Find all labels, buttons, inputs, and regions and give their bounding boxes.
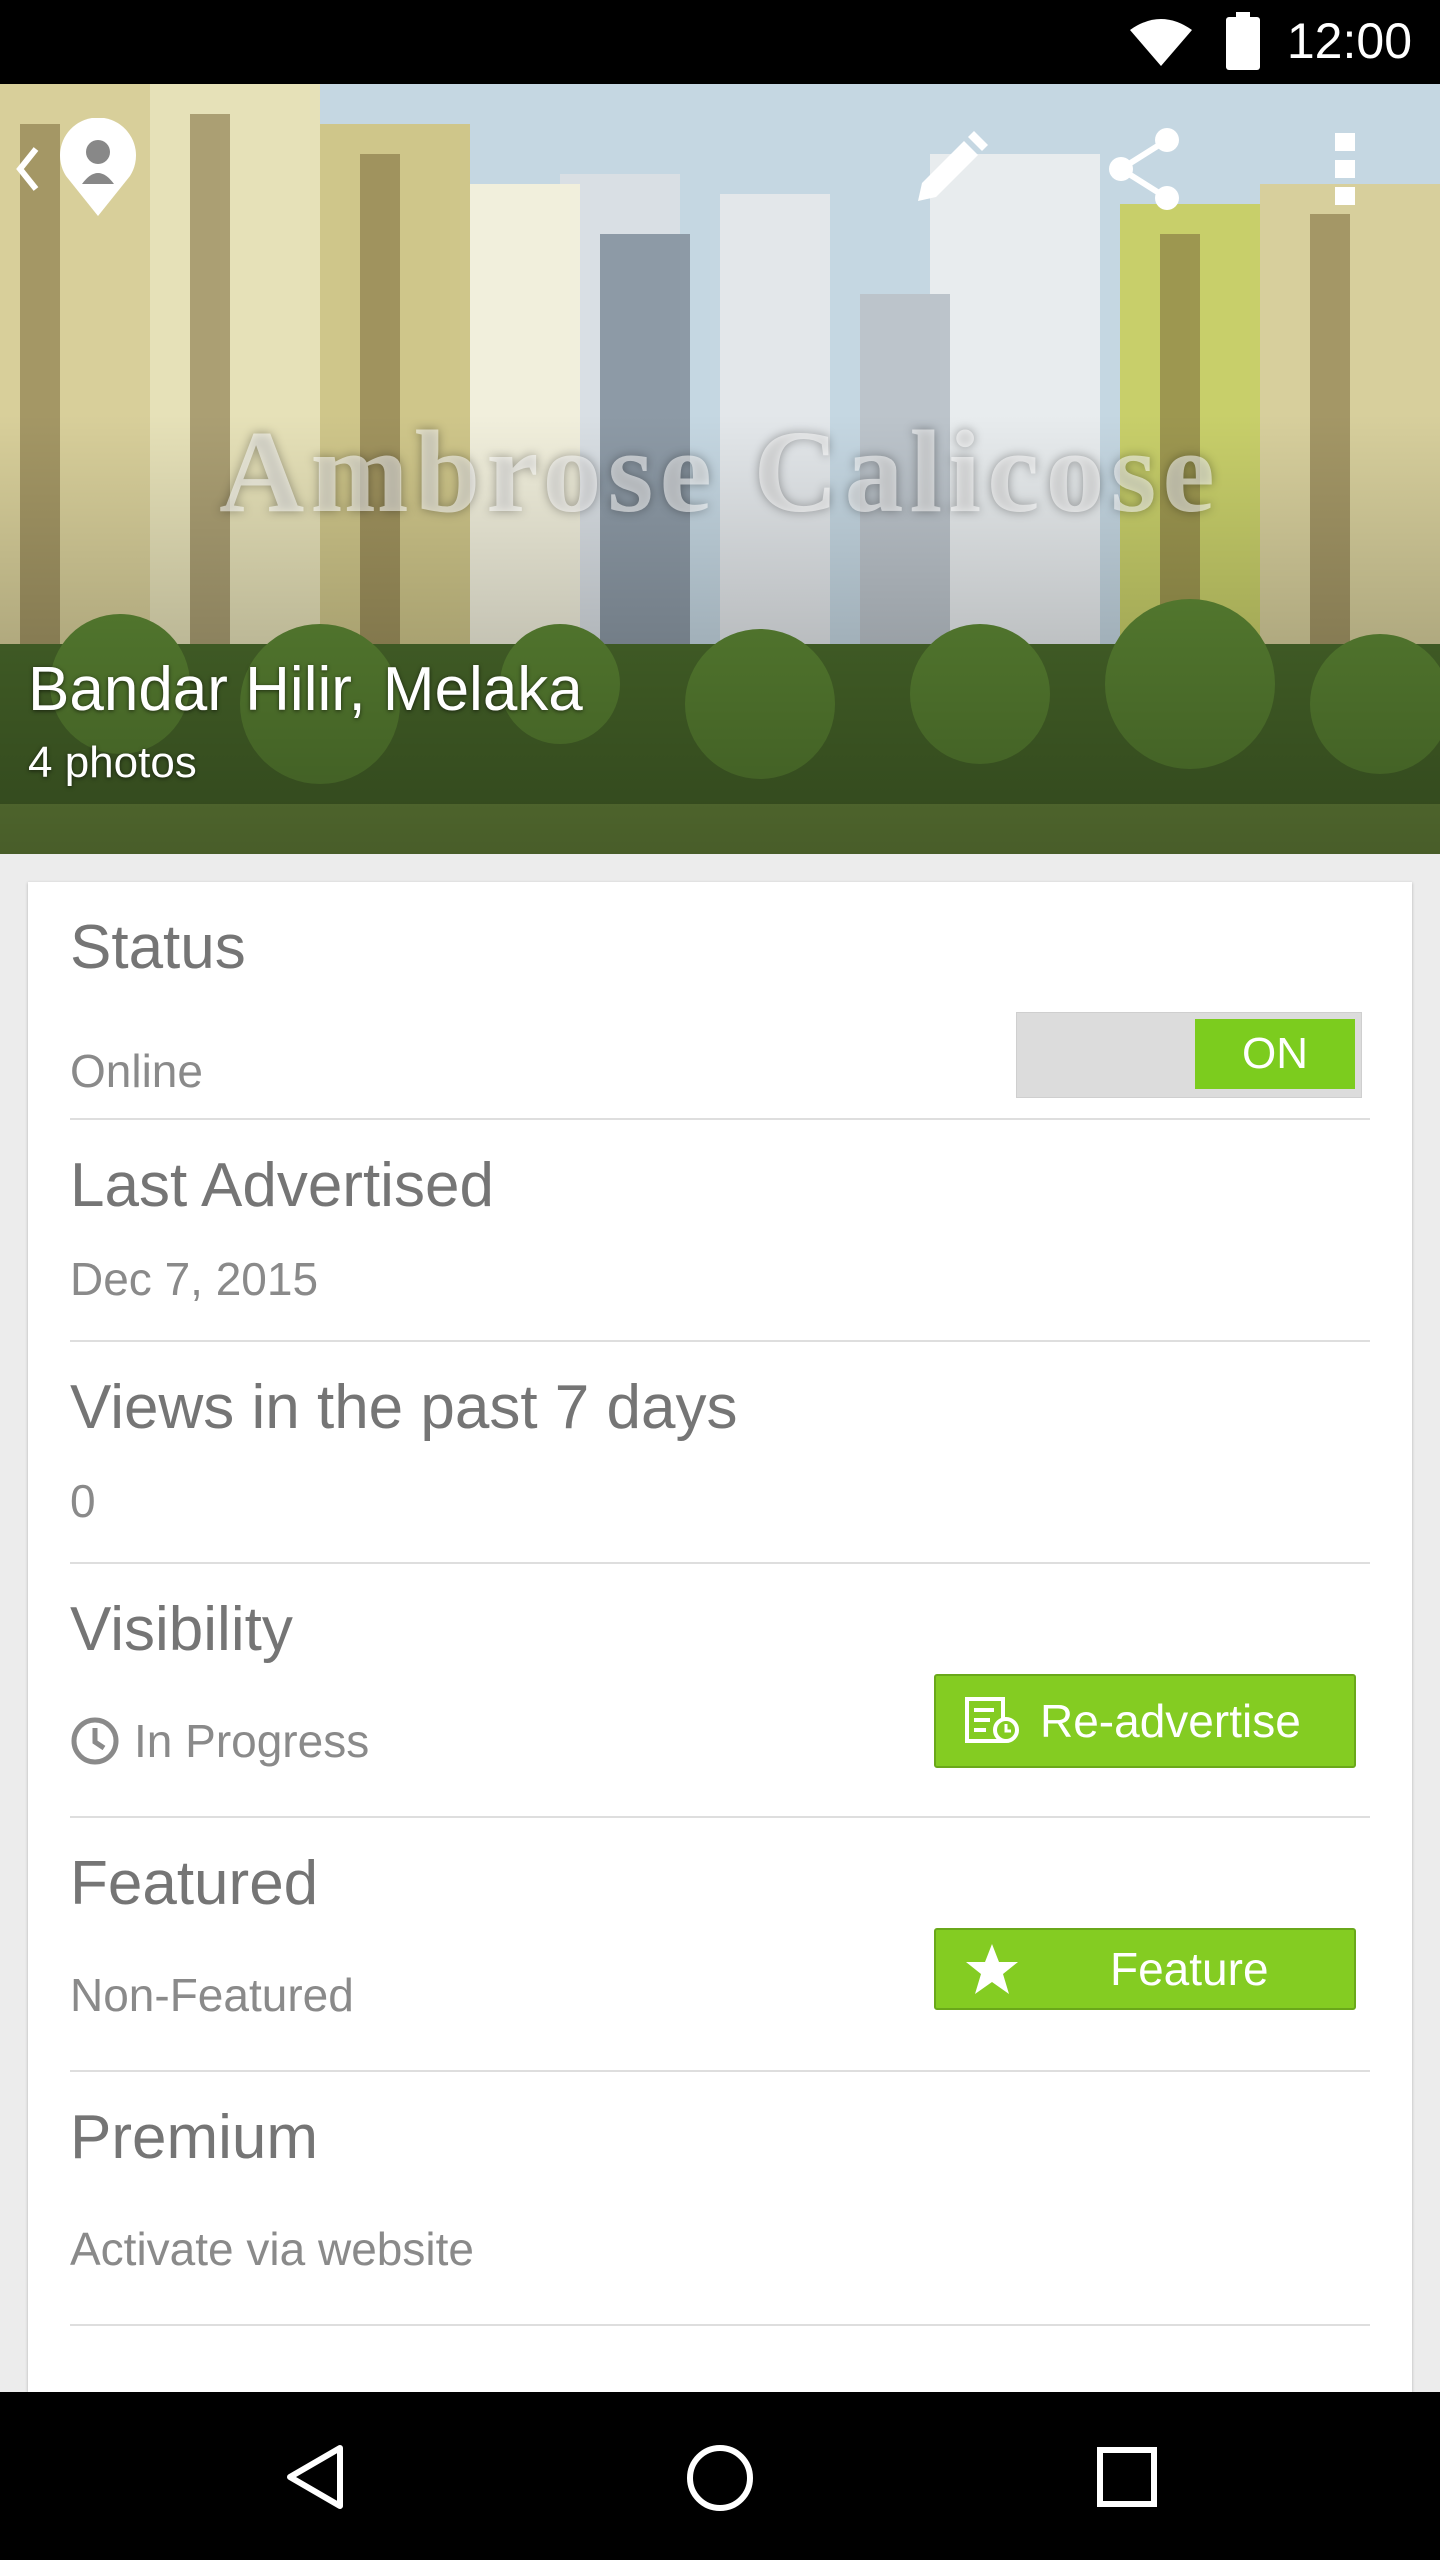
battery-icon xyxy=(1226,12,1260,70)
hero-watermark: Ambrose Calicose xyxy=(219,406,1221,537)
status-toggle[interactable]: ON xyxy=(1016,1012,1362,1098)
status-section: Status Online ON xyxy=(70,882,1370,1120)
feature-button[interactable]: Feature xyxy=(934,1928,1356,2010)
system-navigation-bar xyxy=(0,2392,1440,2560)
re-advertise-label: Re-advertise xyxy=(1040,1695,1301,1747)
edit-button[interactable] xyxy=(890,84,1010,254)
premium-section: Premium Activate via website xyxy=(70,2072,1370,2326)
featured-title: Featured xyxy=(70,1849,319,1918)
share-icon xyxy=(1109,128,1179,210)
visibility-title: Visibility xyxy=(70,1595,293,1664)
feature-label: Feature xyxy=(1110,1943,1269,1995)
featured-section: Featured Non-Featured Feature xyxy=(70,1818,1370,2072)
wifi-icon xyxy=(1130,19,1192,66)
nav-recents-icon[interactable] xyxy=(1092,2442,1162,2512)
photo-count[interactable]: 4 photos xyxy=(28,738,197,788)
visibility-value: In Progress xyxy=(70,1714,369,1768)
nav-home-icon[interactable] xyxy=(684,2442,756,2514)
overflow-menu-icon xyxy=(1335,133,1355,205)
edit-icon xyxy=(918,131,988,201)
views-value: 0 xyxy=(70,1475,96,1527)
re-advertise-button[interactable]: Re-advertise xyxy=(934,1674,1356,1768)
visibility-status-text: In Progress xyxy=(134,1715,370,1767)
share-button[interactable] xyxy=(1085,84,1205,254)
status-toggle-on-label: ON xyxy=(1195,1019,1355,1089)
listing-hero-image[interactable]: Ambrose Calicose Bandar Hilir, Melaka 4 … xyxy=(0,84,1440,854)
status-value: Online xyxy=(70,1045,203,1097)
featured-value: Non-Featured xyxy=(70,1969,354,2021)
views-title: Views in the past 7 days xyxy=(70,1373,738,1442)
status-bar: 12:00 xyxy=(0,0,1440,84)
premium-value[interactable]: Activate via website xyxy=(70,2222,474,2276)
clock-icon xyxy=(71,1717,119,1765)
last-advertised-value: Dec 7, 2015 xyxy=(70,1253,319,1305)
views-section: Views in the past 7 days 0 xyxy=(70,1342,1370,1564)
clock-time: 12:00 xyxy=(1286,13,1412,69)
listing-location: Bandar Hilir, Melaka xyxy=(28,655,583,724)
back-icon xyxy=(16,147,39,191)
overflow-menu-button[interactable] xyxy=(1290,84,1400,254)
status-title: Status xyxy=(70,913,246,982)
last-advertised-section: Last Advertised Dec 7, 2015 xyxy=(70,1120,1370,1342)
listing-details-card: Status Online ON Last Advertised Dec 7, … xyxy=(28,882,1412,2392)
visibility-section: Visibility In Progress Re-advertise xyxy=(70,1564,1370,1818)
nav-back-icon[interactable] xyxy=(280,2442,350,2512)
back-button[interactable] xyxy=(0,84,150,254)
star-icon xyxy=(966,1944,1018,1994)
premium-title: Premium xyxy=(70,2103,319,2172)
last-advertised-title: Last Advertised xyxy=(70,1151,494,1220)
agent-pin-icon xyxy=(60,118,136,216)
advertise-icon xyxy=(965,1697,1019,1743)
